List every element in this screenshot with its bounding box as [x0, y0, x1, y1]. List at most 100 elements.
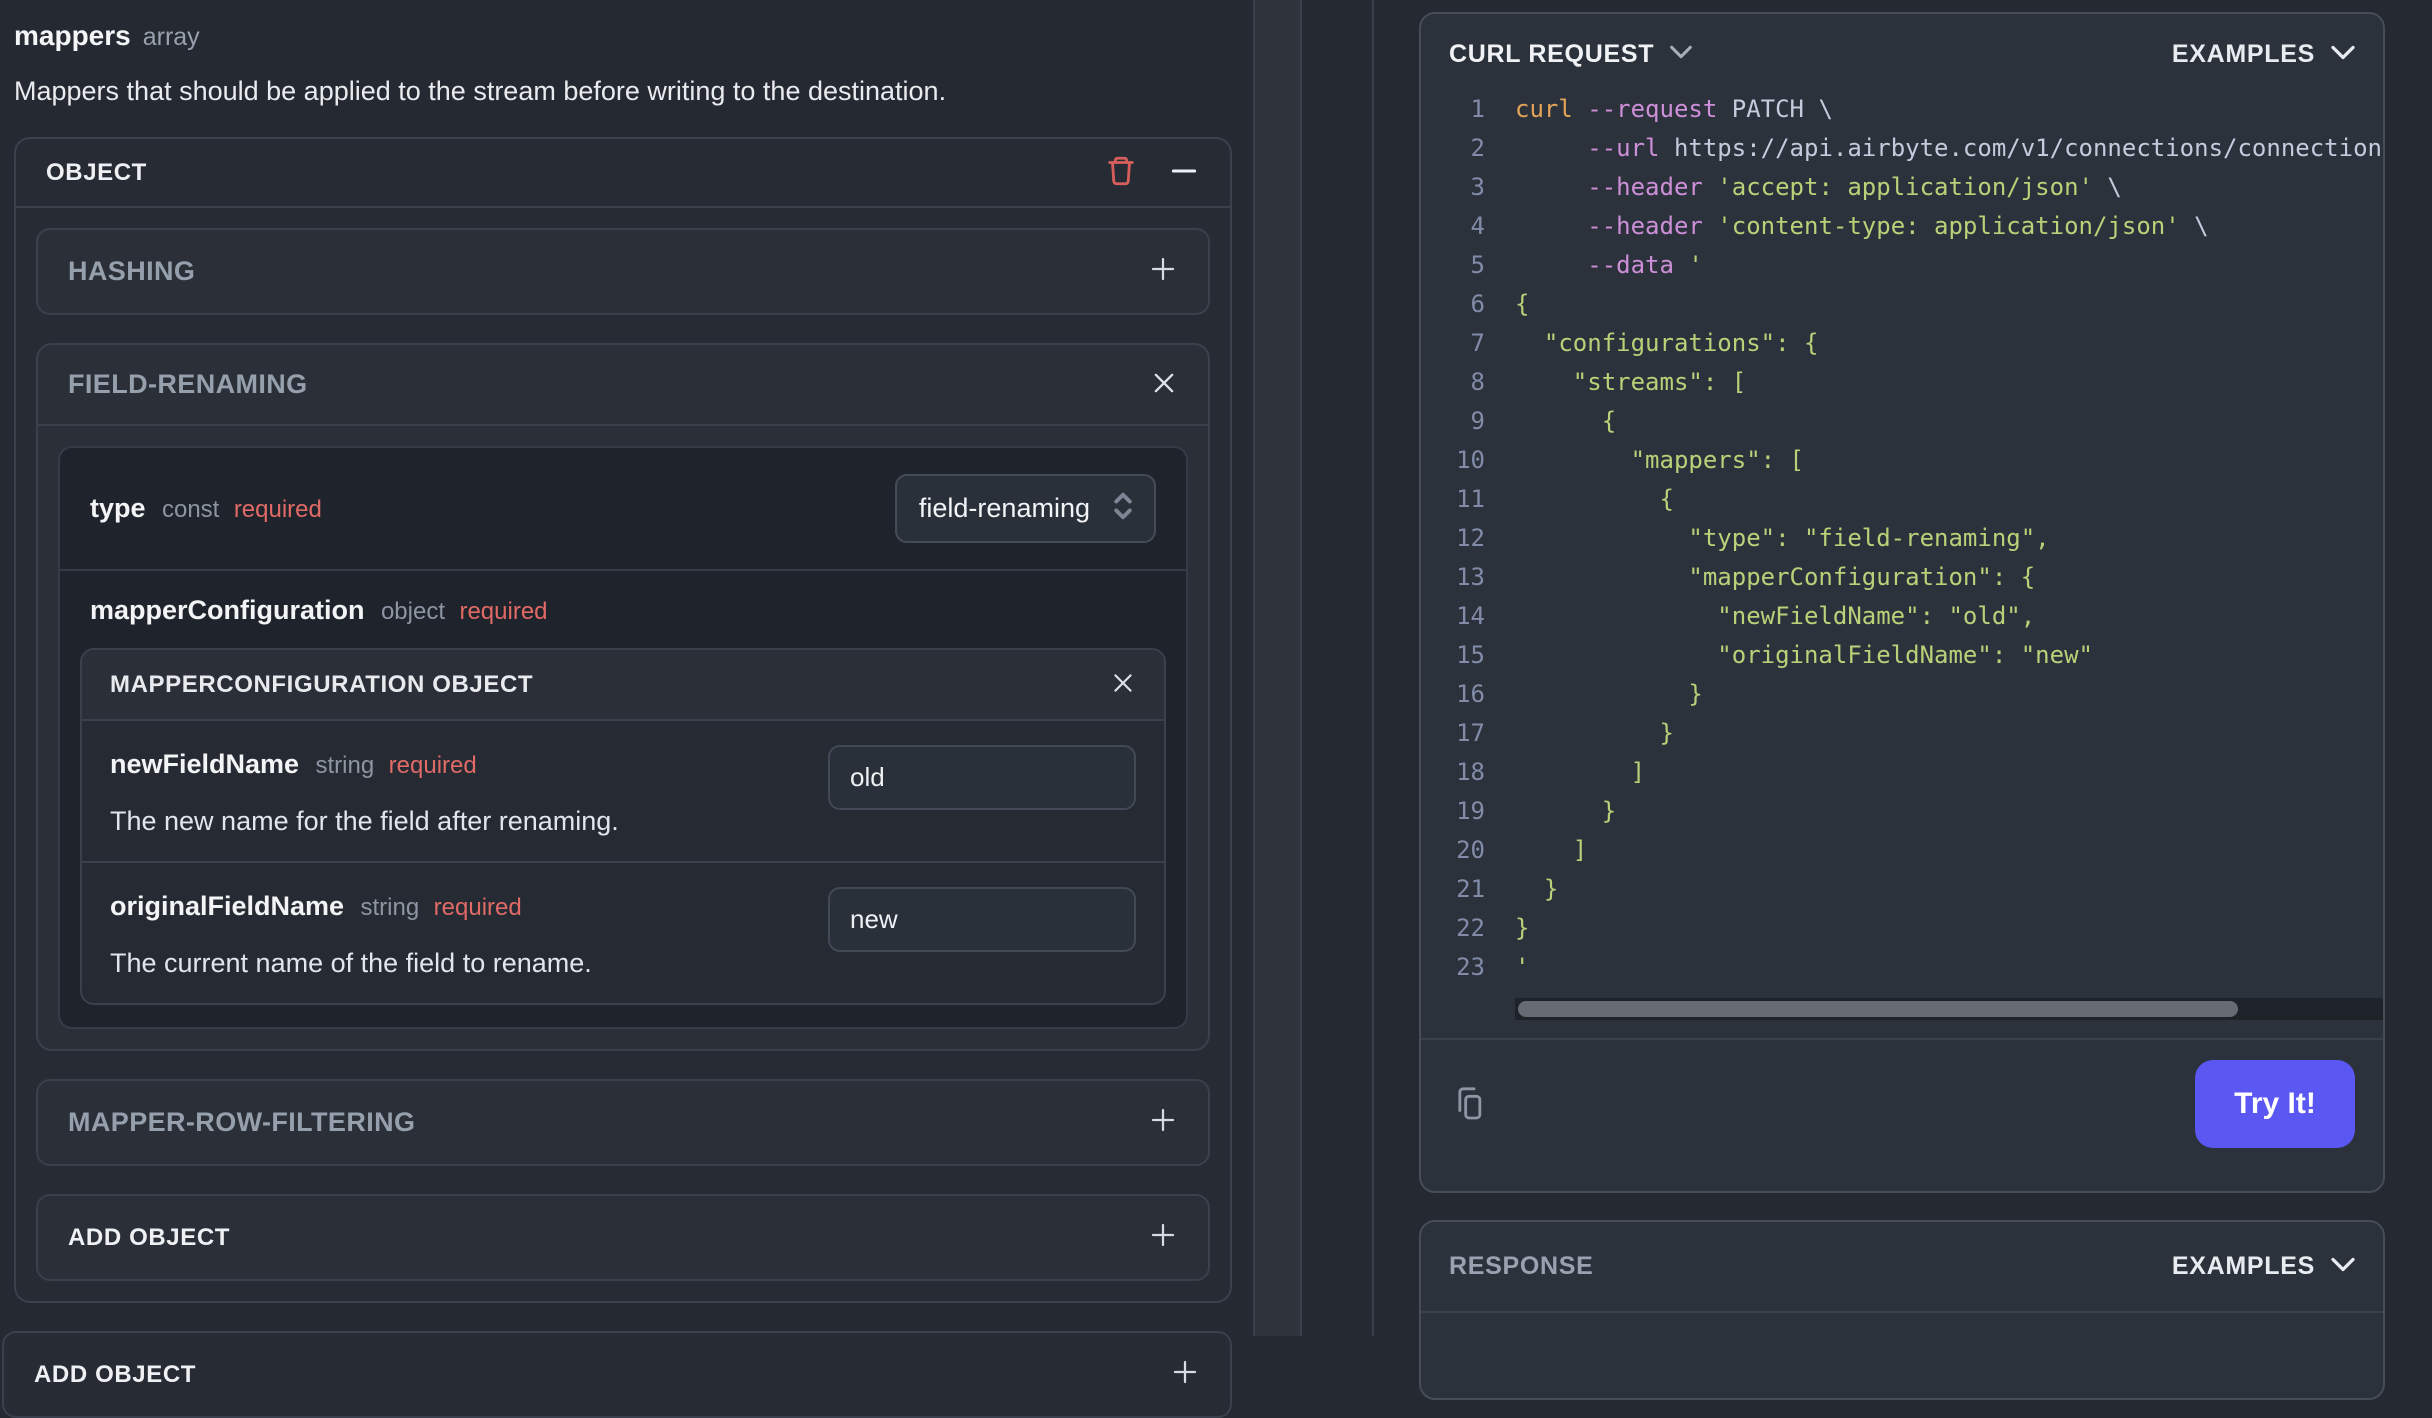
close-icon — [1150, 369, 1178, 400]
close-field-renaming-button[interactable] — [1150, 369, 1178, 400]
page-title: mappers — [14, 20, 131, 51]
hashing-section[interactable]: HASHING — [36, 228, 1210, 315]
code-hscrollbar[interactable] — [1515, 998, 2383, 1020]
type-field-name: type — [90, 493, 146, 523]
response-examples-label: EXAMPLES — [2171, 1252, 2315, 1280]
field-renaming-panel: FIELD-RENAMING type const required field… — [36, 343, 1210, 1051]
code-line: 7 "configurations": { — [1470, 328, 1819, 357]
mapperconfiguration-row: mapperConfiguration object required — [60, 571, 1186, 648]
code-line: 16 } — [1456, 679, 1703, 708]
curl-request-title: CURL REQUEST — [1449, 40, 1655, 68]
newfieldname-row: newFieldName string required The new nam… — [82, 721, 1164, 861]
object-header: OBJECT — [16, 139, 1230, 208]
code-line: 12 "type": "field-renaming", — [1456, 523, 2050, 552]
originalfieldname-kind: string — [360, 894, 420, 921]
select-chevrons-icon — [1110, 488, 1136, 529]
code-block: 1 curl --request PATCH \ 2 --url https://a… — [1421, 89, 2383, 986]
add-object-outer-label: ADD OBJECT — [34, 1360, 197, 1388]
hashing-label: HASHING — [68, 256, 196, 286]
code-line: 9 { — [1470, 406, 1617, 435]
plus-icon — [1170, 1357, 1200, 1392]
newfieldname-labels: newFieldName string required — [110, 749, 828, 780]
curl-request-panel: CURL REQUEST EXAMPLES 1 curl --request PA… — [1419, 12, 2385, 1193]
code-line: 8 "streams": [ — [1470, 367, 1747, 396]
copy-button[interactable] — [1449, 1082, 1489, 1127]
code-line: 20 ] — [1456, 835, 1588, 864]
mapperconfiguration-panel: MAPPERCONFIGURATION OBJECT newFieldName … — [80, 648, 1166, 1005]
type-field-kind: const — [161, 496, 220, 523]
field-description: Mappers that should be applied to the st… — [14, 76, 947, 106]
code-line: 14 "newFieldName": "old", — [1456, 601, 2036, 630]
object-header-label: OBJECT — [46, 158, 147, 186]
originalfieldname-required: required — [433, 894, 522, 921]
chevron-down-icon — [2331, 45, 2355, 65]
newfieldname-name: newFieldName — [110, 749, 300, 779]
code-line: 5 --data ' — [1470, 250, 1703, 279]
code-line: 11 { — [1456, 484, 1674, 513]
chevron-down-icon — [1670, 45, 1693, 64]
newfieldname-required: required — [388, 752, 477, 779]
code-line: 10 "mappers": [ — [1456, 445, 1804, 474]
code-line: 22} — [1456, 913, 1530, 942]
response-panel: RESPONSE EXAMPLES — [1419, 1220, 2385, 1400]
newfieldname-input[interactable] — [828, 745, 1136, 810]
code-line: 17 } — [1456, 718, 1674, 747]
object-panel: OBJECT HASHING FIELD-RENAMING type const… — [14, 137, 1232, 1303]
type-select[interactable]: field-renaming — [894, 474, 1156, 543]
code-line: 21 } — [1456, 874, 1559, 903]
mapperconfiguration-name: mapperConfiguration — [90, 595, 365, 625]
code-line: 3 --header 'accept: application/json' \ — [1470, 172, 2122, 201]
close-mapperconfiguration-button[interactable] — [1110, 670, 1136, 699]
field-renaming-label: FIELD-RENAMING — [68, 369, 308, 399]
field-type-badge: array — [142, 23, 200, 51]
field-title-row: mappers array — [14, 20, 1232, 52]
curl-request-dropdown[interactable]: CURL REQUEST — [1449, 40, 1693, 69]
code-line: 18 ] — [1456, 757, 1646, 786]
copy-icon — [1449, 1082, 1489, 1127]
code-hscrollbar-thumb[interactable] — [1518, 1001, 2239, 1017]
code-line: 15 "originalFieldName": "new" — [1456, 640, 2093, 669]
delete-object-button[interactable] — [1104, 153, 1138, 192]
mapper-row-filtering-label: MAPPER-ROW-FILTERING — [68, 1107, 416, 1137]
collapse-object-button[interactable] — [1168, 155, 1200, 190]
mapperconfiguration-kind: object — [380, 598, 445, 625]
try-it-button[interactable]: Try It! — [2195, 1060, 2355, 1148]
code-line: 19 } — [1456, 796, 1617, 825]
plus-icon — [1148, 1220, 1178, 1255]
close-icon — [1110, 670, 1136, 699]
add-object-inner-button[interactable]: ADD OBJECT — [36, 1194, 1210, 1281]
response-examples-dropdown[interactable]: EXAMPLES — [2172, 1252, 2355, 1281]
type-field-required: required — [233, 496, 322, 523]
originalfieldname-row: originalFieldName string required The cu… — [82, 861, 1164, 1003]
column-divider — [1372, 0, 1374, 1336]
mapper-row-filtering-section[interactable]: MAPPER-ROW-FILTERING — [36, 1079, 1210, 1166]
newfieldname-description: The new name for the field after renamin… — [110, 806, 619, 836]
field-renaming-body: type const required field-renaming mappe… — [58, 446, 1188, 1029]
plus-icon — [1148, 1105, 1178, 1140]
add-object-outer-button[interactable]: ADD OBJECT — [2, 1331, 1232, 1418]
originalfieldname-description: The current name of the field to rename. — [110, 948, 592, 978]
originalfieldname-name: originalFieldName — [110, 891, 345, 921]
examples-dropdown[interactable]: EXAMPLES — [2172, 40, 2355, 69]
minus-icon — [1168, 155, 1200, 190]
code-line: 23 ' — [1456, 952, 1530, 981]
add-object-inner-label: ADD OBJECT — [68, 1223, 231, 1251]
field-renaming-header: FIELD-RENAMING — [38, 345, 1208, 426]
originalfieldname-labels: originalFieldName string required — [110, 891, 828, 922]
plus-icon — [1148, 254, 1178, 289]
code-line: 4 --header 'content-type: application/js… — [1470, 211, 2209, 240]
code-line: 6{ — [1470, 289, 1530, 318]
code-line: 2 --url https://api.airbyte.com/v1/conne… — [1470, 133, 2385, 162]
code-line: 13 "mapperConfiguration": { — [1456, 562, 2036, 591]
response-title: RESPONSE — [1449, 1252, 1594, 1280]
mapperconfiguration-title: MAPPERCONFIGURATION OBJECT — [110, 670, 534, 698]
type-field-row: type const required field-renaming — [60, 448, 1186, 571]
type-field-labels: type const required — [90, 493, 322, 524]
mapperconfiguration-required: required — [459, 598, 548, 625]
schema-form-column: mappers array Mappers that should be app… — [2, 0, 1232, 1418]
trash-icon — [1104, 153, 1138, 192]
originalfieldname-input[interactable] — [828, 887, 1136, 952]
chevron-down-icon — [2331, 1257, 2355, 1277]
type-select-value: field-renaming — [918, 493, 1090, 523]
left-pane-scrollbar[interactable] — [1253, 0, 1302, 1336]
